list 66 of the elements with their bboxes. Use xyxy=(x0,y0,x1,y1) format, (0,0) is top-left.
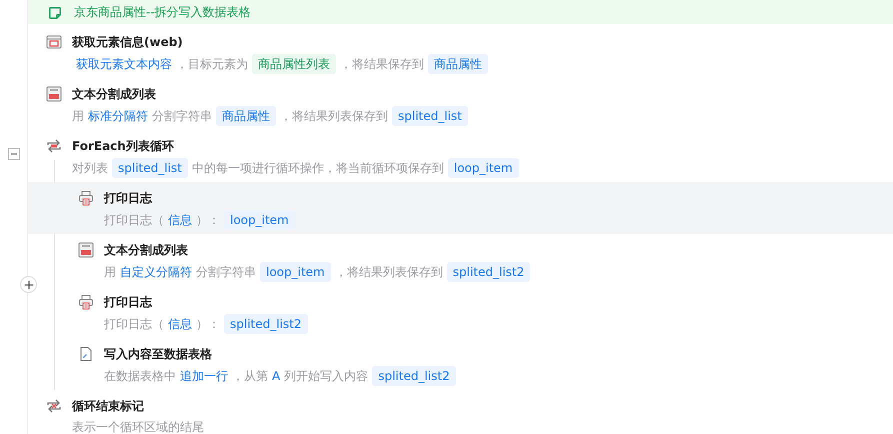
step-title: ForEach列表循环 xyxy=(72,138,175,155)
printer-icon xyxy=(78,190,94,206)
description-text: 列开始写入内容 xyxy=(284,368,368,385)
description-text: 对列表 xyxy=(72,160,108,177)
variable-tag[interactable]: 商品属性 xyxy=(216,106,276,126)
variable-tag[interactable]: 商品属性 xyxy=(428,54,488,74)
note-icon xyxy=(48,6,62,20)
option-link[interactable]: A xyxy=(272,367,280,385)
description-text: 打印日志（ xyxy=(104,212,164,229)
option-link[interactable]: 信息 xyxy=(168,315,192,333)
variable-tag[interactable]: splited_list2 xyxy=(372,366,456,386)
option-link[interactable]: 标准分隔符 xyxy=(88,107,148,125)
description-text: 中的每一项进行循环操作，将当前循环项保存到 xyxy=(192,160,444,177)
variable-tag[interactable]: splited_list xyxy=(112,158,188,178)
description-text: ）： xyxy=(196,212,220,229)
variable-tag[interactable]: splited_list xyxy=(392,106,468,126)
description-text: ，将结果保存到 xyxy=(340,56,424,73)
description-text: ，将结果列表保存到 xyxy=(334,264,443,281)
add-step-button[interactable] xyxy=(20,276,37,293)
description-text: ，将结果列表保存到 xyxy=(280,108,388,125)
step-row[interactable]: ForEach列表循环 对列表 splited_list 中的每一项进行循环操作，将当前循环项保存到 loop_item xyxy=(28,130,893,182)
text-split-icon xyxy=(46,86,62,102)
option-link[interactable]: 信息 xyxy=(168,211,192,229)
description-text: ，从第 xyxy=(232,368,268,385)
description-text: 表示一个循环区域的结尾 xyxy=(72,419,204,434)
step-row[interactable]: 文本分割成列表 用 自定义分隔符 分割字符串 loop_item ，将结果列表保存到 splited_list2 xyxy=(28,234,893,286)
step-row[interactable]: 文本分割成列表 用 标准分隔符 分割字符串 商品属性 ，将结果列表保存到 splited_list xyxy=(28,78,893,130)
description-text: 打印日志（ xyxy=(104,316,164,333)
description-text: ，目标元素为 xyxy=(176,56,248,73)
element-tag[interactable]: 商品属性列表 xyxy=(252,54,336,74)
step-title: 写入内容至数据表格 xyxy=(104,346,213,363)
description-text: 在数据表格中 xyxy=(104,368,176,385)
variable-tag[interactable]: loop_item xyxy=(448,158,519,178)
collapse-toggle[interactable] xyxy=(8,148,20,160)
text-split-icon xyxy=(78,242,94,258)
document-icon xyxy=(78,346,94,362)
step-title: 文本分割成列表 xyxy=(72,86,157,103)
option-link[interactable]: 自定义分隔符 xyxy=(120,263,192,281)
variable-tag[interactable]: splited_list2 xyxy=(224,314,308,334)
step-row[interactable]: 循环结束标记 表示一个循环区域的结尾 xyxy=(28,390,893,434)
description-text: ）： xyxy=(196,316,220,333)
option-link[interactable]: 获取元素文本内容 xyxy=(76,55,172,73)
step-row[interactable]: 打印日志 打印日志（ 信息 ）： loop_item xyxy=(28,182,893,234)
loop-end-icon xyxy=(46,398,62,414)
description-text: 分割字符串 xyxy=(196,264,256,281)
loop-icon xyxy=(46,138,62,154)
comment-text: 京东商品属性--拆分写入数据表格 xyxy=(74,4,251,20)
step-title: 打印日志 xyxy=(104,294,154,311)
plus-icon xyxy=(24,280,34,290)
printer-icon xyxy=(78,294,94,310)
step-title: 获取元素信息(web) xyxy=(72,34,184,51)
step-title: 打印日志 xyxy=(104,190,154,207)
step-row[interactable]: 打印日志 打印日志（ 信息 ）： splited_list2 xyxy=(28,286,893,338)
variable-tag[interactable]: loop_item xyxy=(260,262,331,282)
variable-tag[interactable]: loop_item xyxy=(224,210,295,230)
step-title: 文本分割成列表 xyxy=(104,242,189,259)
variable-tag[interactable]: splited_list2 xyxy=(446,262,530,282)
description-text: 分割字符串 xyxy=(152,108,212,125)
browser-window-icon xyxy=(46,34,62,50)
option-link[interactable]: 追加一行 xyxy=(180,367,228,385)
description-text: 用 xyxy=(72,108,84,125)
comment-row[interactable]: 京东商品属性--拆分写入数据表格 xyxy=(28,0,893,24)
step-row[interactable]: 写入内容至数据表格 在数据表格中 追加一行 ，从第 A 列开始写入内容 splited_list2 xyxy=(28,338,893,390)
description-text: 用 xyxy=(104,264,116,281)
step-title: 循环结束标记 xyxy=(72,398,145,415)
step-row[interactable]: 获取元素信息(web) 获取元素文本内容 ，目标元素为 商品属性列表 ，将结果保存到 商品属性 xyxy=(28,26,893,78)
